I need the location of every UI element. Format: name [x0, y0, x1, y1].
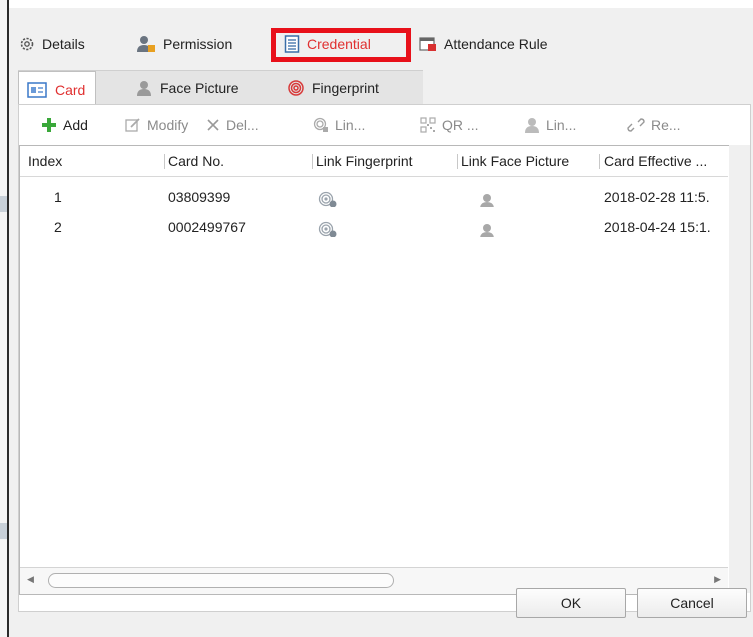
cell-index: 1	[54, 189, 62, 205]
edit-icon	[125, 118, 140, 132]
scrollbar-thumb[interactable]	[48, 573, 394, 588]
fingerprint-settings-icon[interactable]	[318, 219, 340, 237]
cell-card-effective: 2018-02-28 11:5.	[604, 189, 710, 205]
fingerprint-icon	[288, 80, 304, 96]
person-icon	[525, 118, 539, 133]
tab-details[interactable]: Details	[19, 24, 85, 64]
unlink-icon	[627, 118, 645, 132]
person-icon[interactable]	[479, 189, 495, 207]
modify-button[interactable]: Modify	[125, 113, 188, 137]
tab-label: Permission	[163, 36, 233, 52]
person-icon	[137, 81, 151, 96]
plus-icon	[42, 118, 56, 132]
column-link-fingerprint[interactable]: Link Fingerprint	[316, 146, 454, 176]
tab-fingerprint[interactable]: Fingerprint	[288, 71, 379, 105]
calendar-icon	[419, 37, 436, 51]
add-button[interactable]: Add	[41, 113, 88, 137]
credential-panel: Card Face Picture Fingerprint Add Modify…	[18, 68, 751, 628]
tab-attendance-rule[interactable]: Attendance Rule	[419, 24, 548, 64]
column-divider[interactable]	[312, 154, 313, 169]
vertical-scroll-area	[729, 145, 750, 593]
column-divider[interactable]	[164, 154, 165, 169]
column-divider[interactable]	[457, 154, 458, 169]
column-link-face-picture[interactable]: Link Face Picture	[461, 146, 597, 176]
gear-icon	[20, 37, 34, 51]
qr-button[interactable]: QR ...	[420, 113, 479, 137]
link-button[interactable]: Lin...	[313, 113, 365, 137]
tab-permission[interactable]: Permission	[136, 24, 232, 64]
tab-label: Face Picture	[160, 80, 239, 96]
scroll-right-icon[interactable]: ▶	[714, 574, 721, 585]
tab-face-picture[interactable]: Face Picture	[136, 71, 239, 105]
credential-tab-bar: Card Face Picture Fingerprint	[18, 70, 423, 107]
cell-card-no: 0002499767	[168, 219, 246, 235]
background-edge	[0, 0, 7, 637]
cell-index: 2	[54, 219, 62, 235]
tab-label: Card	[55, 81, 86, 98]
reset-button[interactable]: Re...	[627, 113, 681, 137]
column-index[interactable]: Index	[28, 146, 158, 176]
fingerprint-settings-icon[interactable]	[318, 189, 340, 207]
main-tab-bar: Details Permission Credential Attendance…	[9, 24, 599, 64]
scroll-left-icon[interactable]: ◀	[27, 574, 34, 585]
title-strip	[0, 0, 753, 8]
close-icon	[207, 119, 219, 131]
table-row[interactable]: 2 0002499767 2018-04-24 15:1.	[20, 212, 728, 242]
card-table: Index Card No. Link Fingerprint Link Fac…	[19, 145, 731, 595]
dialog: Details Permission Credential Attendance…	[9, 8, 753, 637]
user-key-icon	[137, 36, 155, 52]
tab-card[interactable]: Card	[18, 71, 97, 107]
column-divider[interactable]	[599, 154, 600, 169]
table-row[interactable]: 1 03809399 2018-02-28 11:5.	[20, 182, 728, 212]
card-panel: Add Modify Del... Lin... QR ... Lin... R…	[18, 104, 751, 612]
link-person-button[interactable]: Lin...	[524, 113, 576, 137]
tab-label: Attendance Rule	[444, 36, 548, 52]
toolbar: Add Modify Del... Lin... QR ... Lin... R…	[19, 105, 750, 145]
delete-button[interactable]: Del...	[206, 113, 259, 137]
table-header: Index Card No. Link Fingerprint Link Fac…	[20, 146, 728, 177]
ok-button[interactable]: OK	[516, 588, 626, 618]
card-icon	[27, 81, 47, 98]
person-icon[interactable]	[479, 219, 495, 237]
tab-label: Details	[42, 36, 85, 52]
qr-code-icon	[420, 117, 436, 133]
cell-card-no: 03809399	[168, 189, 231, 205]
highlight-box	[271, 28, 411, 62]
column-card-effective[interactable]: Card Effective ...	[604, 146, 726, 176]
cancel-button[interactable]: Cancel	[637, 588, 747, 618]
fingerprint-lock-icon	[313, 117, 328, 132]
tab-label: Fingerprint	[312, 80, 379, 96]
cell-card-effective: 2018-04-24 15:1.	[604, 219, 711, 235]
column-card-no[interactable]: Card No.	[168, 146, 308, 176]
